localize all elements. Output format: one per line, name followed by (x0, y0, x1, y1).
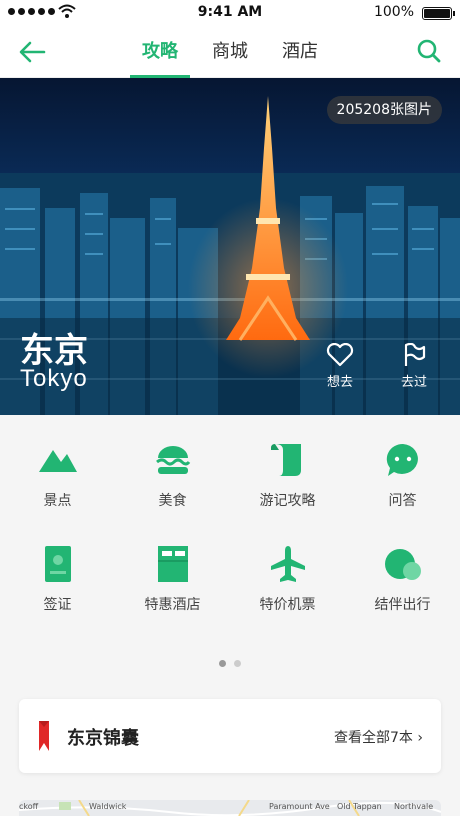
category-label: 特惠酒店 (144, 597, 201, 613)
map-place-label: Paramount Ave (269, 802, 330, 811)
want-to-go-button[interactable]: 想去 (318, 343, 362, 390)
category-attractions[interactable]: 景点 (0, 440, 115, 510)
category-label: 特价机票 (259, 597, 316, 613)
category-label: 签证 (43, 597, 72, 613)
pager-dot-active[interactable] (219, 660, 226, 667)
category-travelogues[interactable]: 游记攻略 (230, 440, 345, 510)
category-label: 问答 (388, 493, 417, 509)
been-there-button[interactable]: 去过 (392, 343, 436, 390)
view-all-label: 查看全部7本 (334, 730, 413, 746)
passport-icon (44, 546, 71, 582)
category-grid: 景点 美食 游记攻略 问答 签证 特惠酒店 特价机票 结伴出行 (0, 440, 460, 614)
hotel-icon (157, 546, 188, 582)
top-nav: 攻略 商城 酒店 (0, 26, 460, 78)
map-place-label: Northvale (394, 802, 434, 811)
nav-tabs: 攻略 商城 酒店 (0, 26, 460, 78)
tab-mall[interactable]: 商城 (212, 26, 248, 78)
flag-icon (404, 343, 426, 366)
mountain-icon (38, 450, 77, 472)
category-visa[interactable]: 签证 (0, 544, 115, 614)
category-label: 游记攻略 (259, 493, 316, 509)
photo-count-badge[interactable]: 205208张图片 (326, 96, 442, 124)
group-icon (384, 549, 421, 580)
guide-card-title: 东京锦囊 (67, 728, 139, 749)
city-name-english: Tokyo (20, 365, 88, 392)
tab-guide[interactable]: 攻略 (130, 26, 190, 78)
category-food[interactable]: 美食 (115, 440, 230, 510)
bookmark-icon (39, 721, 49, 751)
category-qa[interactable]: 问答 (345, 440, 460, 510)
status-bar: 9:41 AM 100% (0, 0, 460, 26)
category-travel-companions[interactable]: 结伴出行 (345, 544, 460, 614)
city-hero-image[interactable]: 205208张图片 东京 Tokyo 想去 去过 (0, 78, 460, 415)
tab-hotel[interactable]: 酒店 (282, 26, 318, 78)
search-icon[interactable] (416, 38, 442, 64)
category-label: 美食 (158, 493, 187, 509)
map-place-label: Old Tappan (337, 802, 382, 811)
guide-book-card[interactable]: 东京锦囊 查看全部7本 › (19, 699, 441, 773)
battery-icon (422, 7, 455, 20)
chat-icon (386, 443, 418, 476)
scroll-icon (270, 444, 301, 476)
pager-dot[interactable] (234, 660, 241, 667)
heart-icon (326, 343, 354, 367)
burger-icon (155, 446, 190, 474)
airplane-icon (270, 546, 305, 582)
want-to-go-label: 想去 (326, 375, 353, 390)
map-place-label: Waldwick (89, 802, 127, 811)
category-hotel-deals[interactable]: 特惠酒店 (115, 544, 230, 614)
grid-pager (0, 660, 460, 667)
chevron-right-icon: › (417, 730, 423, 746)
been-there-label: 去过 (400, 375, 427, 390)
map-place-label: ckoff (19, 802, 39, 811)
category-label: 结伴出行 (374, 597, 431, 613)
battery-percent: 100% (373, 4, 414, 20)
view-all-guides-link[interactable]: 查看全部7本 › (334, 727, 423, 747)
category-flight-deals[interactable]: 特价机票 (230, 544, 345, 614)
city-map-preview[interactable]: ckoff Waldwick Paramount Ave Old Tappan … (19, 800, 441, 816)
category-label: 景点 (43, 493, 72, 509)
